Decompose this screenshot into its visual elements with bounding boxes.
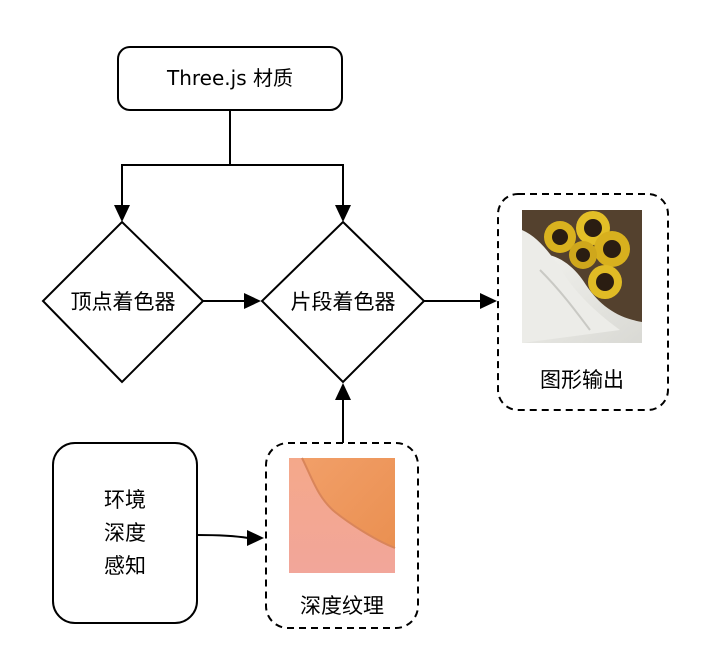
edge-env-depth-to-depth-texture bbox=[196, 530, 264, 546]
flowchart: Three.js 材质 顶点着色器 片段着色器 图形输出 环境 深度 感知 深度… bbox=[41, 46, 669, 629]
edge-material-to-fragment-shader bbox=[230, 164, 351, 222]
arrowhead-icon bbox=[335, 383, 351, 400]
edge-vertex-to-fragment-shader bbox=[203, 293, 261, 309]
node-env-depth-line-3: 感知 bbox=[104, 554, 146, 578]
edge-material-to-vertex-shader bbox=[114, 110, 231, 222]
node-fragment-shader: 片段着色器 bbox=[260, 220, 426, 384]
node-vertex-shader: 顶点着色器 bbox=[41, 220, 205, 384]
node-depth-texture: 深度纹理 bbox=[265, 442, 419, 629]
arrowhead-icon bbox=[335, 205, 351, 222]
node-threejs-material: Three.js 材质 bbox=[117, 46, 343, 111]
node-env-depth-sensing: 环境 深度 感知 bbox=[52, 442, 198, 624]
node-env-depth-line-2: 深度 bbox=[104, 521, 146, 545]
depth-texture-image bbox=[289, 457, 396, 573]
arrowhead-icon bbox=[114, 205, 130, 222]
node-vertex-shader-label: 顶点着色器 bbox=[71, 290, 176, 314]
node-env-depth-line-1: 环境 bbox=[104, 488, 146, 512]
node-depth-texture-label: 深度纹理 bbox=[300, 594, 384, 618]
node-graphic-output: 图形输出 bbox=[497, 193, 669, 411]
edge-depth-texture-to-fragment-shader bbox=[335, 383, 351, 443]
arrowhead-icon bbox=[480, 293, 497, 309]
arrowhead-icon bbox=[244, 293, 261, 309]
node-threejs-material-label: Three.js 材质 bbox=[166, 66, 293, 90]
node-fragment-shader-label: 片段着色器 bbox=[291, 290, 396, 314]
arrowhead-icon bbox=[247, 530, 264, 546]
output-render-image bbox=[522, 210, 642, 343]
edge-fragment-shader-to-output bbox=[424, 293, 497, 309]
node-graphic-output-label: 图形输出 bbox=[540, 368, 624, 392]
